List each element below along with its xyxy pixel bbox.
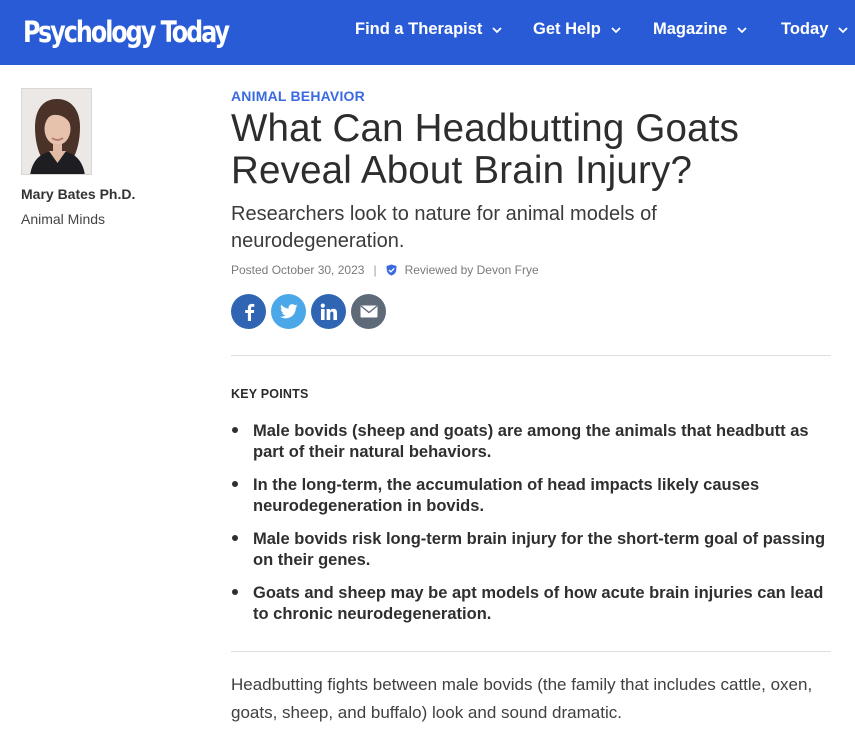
- key-point-item: In the long-term, the accumulation of he…: [231, 475, 831, 517]
- chevron-down-icon: [490, 23, 504, 37]
- twitter-icon: [279, 304, 298, 319]
- key-point-text: In the long-term, the accumulation of he…: [253, 476, 760, 515]
- author-blog-name[interactable]: Animal Minds: [21, 211, 105, 227]
- nav-get-help[interactable]: Get Help: [533, 20, 623, 39]
- key-point-item: Male bovids (sheep and goats) are among …: [231, 421, 831, 463]
- bullet-icon: [232, 481, 238, 487]
- chevron-down-icon: [836, 23, 850, 37]
- chevron-down-icon: [609, 23, 623, 37]
- meta-separator: |: [373, 263, 377, 277]
- article-subtitle: Researchers look to nature for animal mo…: [231, 203, 657, 252]
- nav-magazine[interactable]: Magazine: [653, 20, 749, 39]
- share-twitter-button[interactable]: [271, 294, 306, 329]
- share-linkedin-button[interactable]: [311, 294, 346, 329]
- key-point-item: Male bovids risk long-term brain injury …: [231, 529, 831, 571]
- linkedin-icon: [320, 303, 338, 321]
- article-meta: Posted October 30, 2023 | Reviewed by De…: [231, 263, 539, 277]
- bullet-icon: [232, 589, 238, 595]
- key-points-heading: KEY POINTS: [231, 387, 309, 401]
- nav-label: Magazine: [653, 20, 728, 38]
- psychology-today-logo[interactable]: Psychology Today: [23, 14, 230, 50]
- article-body-paragraph: Headbutting fights between male bovids (…: [231, 675, 813, 722]
- verified-shield-icon: [386, 264, 397, 276]
- posted-date: Posted October 30, 2023: [231, 263, 365, 277]
- key-point-text: Male bovids risk long-term brain injury …: [253, 530, 826, 569]
- email-icon: [360, 305, 378, 318]
- facebook-icon: [242, 303, 256, 321]
- key-point-text: Goats and sheep may be apt models of how…: [253, 584, 824, 623]
- chevron-down-icon: [735, 23, 749, 37]
- nav-label: Get Help: [533, 20, 601, 38]
- author-photo[interactable]: [21, 88, 92, 175]
- article-title: What Can Headbutting Goats Reveal About …: [231, 107, 740, 192]
- divider: [231, 651, 831, 652]
- article-category[interactable]: ANIMAL BEHAVIOR: [231, 88, 365, 104]
- nav-label: Find a Therapist: [355, 20, 483, 38]
- bullet-icon: [232, 535, 238, 541]
- key-point-text: Male bovids (sheep and goats) are among …: [253, 422, 809, 461]
- author-name[interactable]: Mary Bates Ph.D.: [21, 186, 135, 202]
- top-navigation-bar: Psychology Today Find a Therapist Get He…: [0, 0, 855, 65]
- key-points-list: Male bovids (sheep and goats) are among …: [231, 421, 831, 637]
- divider: [231, 355, 831, 356]
- bullet-icon: [232, 427, 238, 433]
- nav-find-a-therapist[interactable]: Find a Therapist: [355, 20, 504, 39]
- nav-today[interactable]: Today: [781, 20, 850, 39]
- share-email-button[interactable]: [351, 294, 386, 329]
- nav-label: Today: [781, 20, 829, 38]
- share-facebook-button[interactable]: [231, 294, 266, 329]
- key-point-item: Goats and sheep may be apt models of how…: [231, 583, 831, 625]
- reviewed-by[interactable]: Reviewed by Devon Frye: [405, 263, 539, 277]
